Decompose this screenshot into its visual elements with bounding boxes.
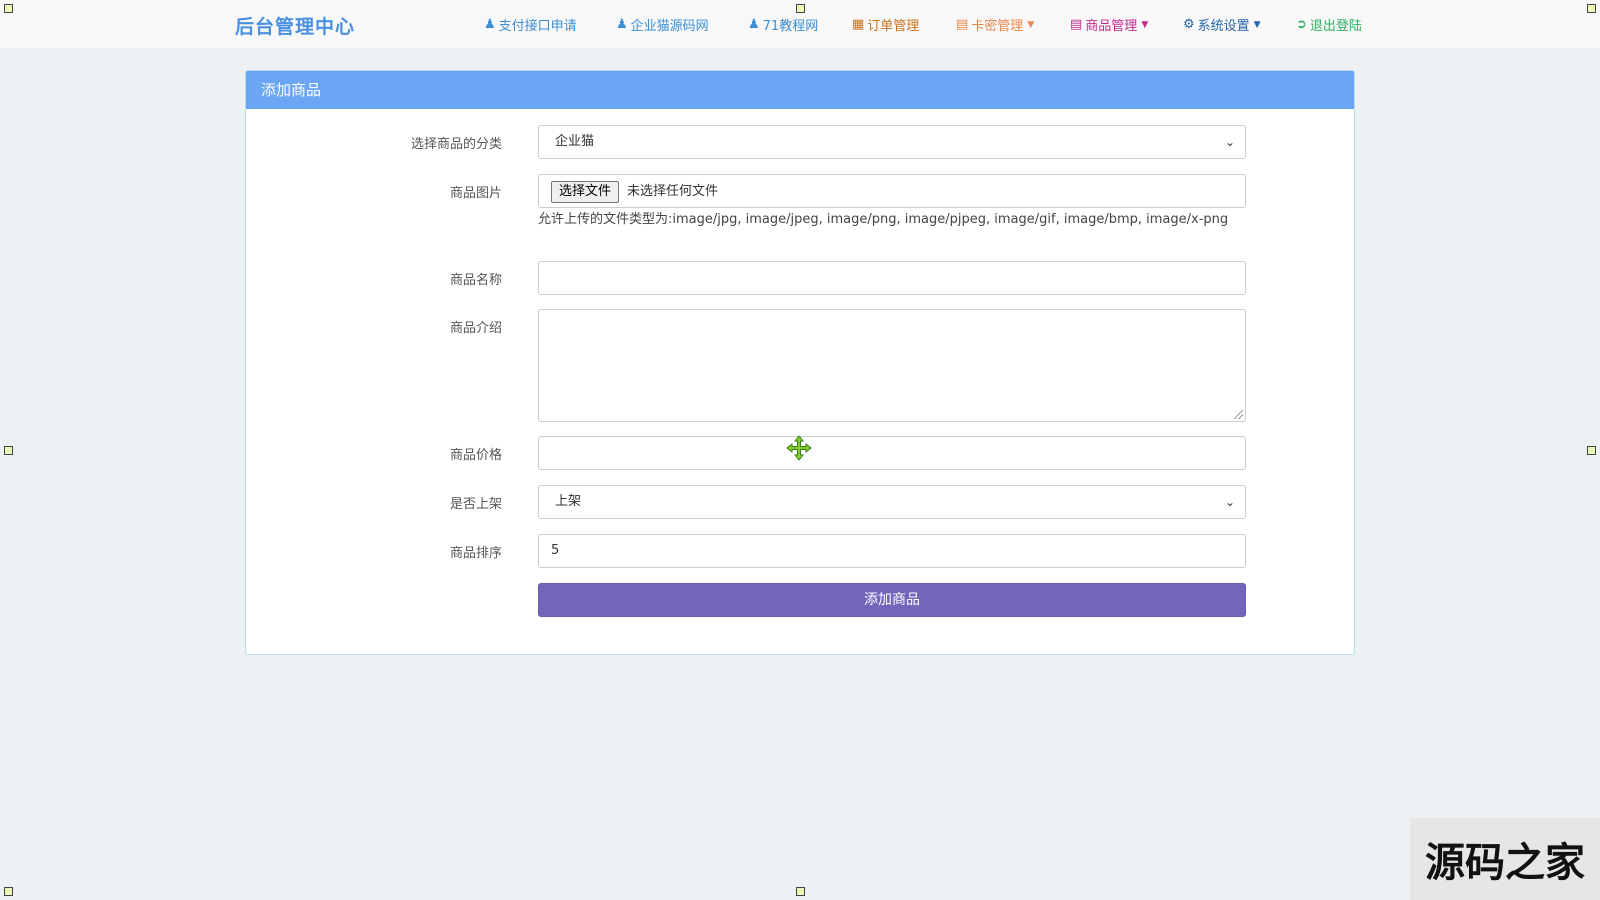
nav-item-qiyemao[interactable]: ♟ 企业猫源码网 [616, 15, 709, 34]
nav-item-orders[interactable]: ▦ 订单管理 [852, 15, 919, 34]
resize-handle[interactable] [4, 887, 13, 896]
image-file-input[interactable]: 选择文件 未选择任何文件 [538, 174, 1246, 208]
calculator-icon: ▦ [852, 17, 865, 32]
resize-grip-icon[interactable] [1234, 410, 1243, 419]
category-select[interactable]: 企业猫 ⌄ [538, 125, 1246, 159]
caret-down-icon: ▼ [1027, 19, 1035, 30]
product-price-input[interactable] [538, 436, 1246, 470]
resize-handle[interactable] [4, 4, 13, 13]
resize-handle[interactable] [796, 887, 805, 896]
nav-item-products[interactable]: ▤ 商品管理 ▼ [1070, 15, 1148, 34]
nav-item-71-tutorial[interactable]: ♟ 71教程网 [748, 15, 818, 34]
nav-label: 卡密管理 [971, 19, 1024, 34]
nav-item-logout[interactable]: ➲ 退出登陆 [1296, 15, 1362, 34]
sort-label: 商品排序 [449, 546, 502, 561]
nav-label: 系统设置 [1197, 19, 1250, 34]
nav-label: 71教程网 [762, 19, 819, 34]
nav-item-card-keys[interactable]: ▤ 卡密管理 ▼ [956, 15, 1034, 34]
user-icon: ♟ [484, 17, 496, 32]
name-label: 商品名称 [449, 273, 502, 288]
nav-label: 商品管理 [1085, 19, 1138, 34]
nav-item-payment-apply[interactable]: ♟ 支付接口申请 [484, 15, 577, 34]
chevron-down-icon: ⌄ [1224, 135, 1235, 149]
listed-value: 上架 [555, 494, 582, 509]
form-row-category: 选择商品的分类 企业猫 ⌄ [246, 125, 1354, 159]
form-row-name: 商品名称 [246, 261, 1354, 295]
category-value: 企业猫 [555, 134, 595, 149]
description-label: 商品介绍 [449, 321, 502, 336]
resize-handle[interactable] [1587, 446, 1596, 455]
product-sort-input[interactable]: 5 [538, 534, 1246, 568]
panel-title: 添加商品 [246, 71, 1354, 109]
add-product-panel: 添加商品 选择商品的分类 企业猫 ⌄ 商品图片 选择文件 未选择任何文件 允许上… [245, 70, 1355, 655]
caret-down-icon: ▼ [1141, 19, 1149, 30]
listed-select[interactable]: 上架 ⌄ [538, 485, 1246, 519]
user-icon: ♟ [748, 17, 760, 32]
gear-icon: ⚙ [1183, 17, 1195, 32]
choose-file-button[interactable]: 选择文件 [551, 181, 620, 203]
listed-label: 是否上架 [449, 497, 502, 512]
product-name-input[interactable] [538, 261, 1246, 295]
form-row-sort: 商品排序 5 [246, 534, 1354, 568]
watermark-logo: 源码之家 [1410, 818, 1600, 900]
caret-down-icon: ▼ [1253, 19, 1261, 30]
resize-handle[interactable] [796, 4, 805, 13]
brand-title[interactable]: 后台管理中心 [235, 12, 355, 39]
file-status: 未选择任何文件 [627, 184, 719, 199]
file-type-hint: 允许上传的文件类型为:image/jpg, image/jpeg, image/… [538, 212, 1229, 227]
price-label: 商品价格 [449, 448, 502, 463]
nav-label: 企业猫源码网 [630, 19, 709, 34]
nav-label: 订单管理 [867, 19, 920, 34]
resize-handle[interactable] [1587, 4, 1596, 13]
resize-handle[interactable] [4, 446, 13, 455]
move-cursor-icon [786, 435, 812, 461]
watermark-text: 源码之家 [1425, 840, 1585, 886]
user-icon: ♟ [616, 17, 628, 32]
sign-out-icon: ➲ [1296, 17, 1307, 32]
nav-item-settings[interactable]: ⚙ 系统设置 ▼ [1183, 15, 1261, 34]
nav-label: 支付接口申请 [498, 19, 577, 34]
book-icon: ▤ [1070, 17, 1083, 32]
form-row-listed: 是否上架 上架 ⌄ [246, 485, 1354, 519]
product-description-textarea[interactable] [538, 309, 1246, 422]
image-label: 商品图片 [449, 186, 502, 201]
list-icon: ▤ [956, 17, 969, 32]
form-row-description: 商品介绍 [246, 309, 1354, 422]
category-label: 选择商品的分类 [410, 137, 502, 152]
form-row-image: 商品图片 选择文件 未选择任何文件 [246, 174, 1354, 208]
chevron-down-icon: ⌄ [1224, 495, 1235, 509]
nav-label: 退出登陆 [1309, 19, 1362, 34]
add-product-button[interactable]: 添加商品 [538, 583, 1246, 617]
